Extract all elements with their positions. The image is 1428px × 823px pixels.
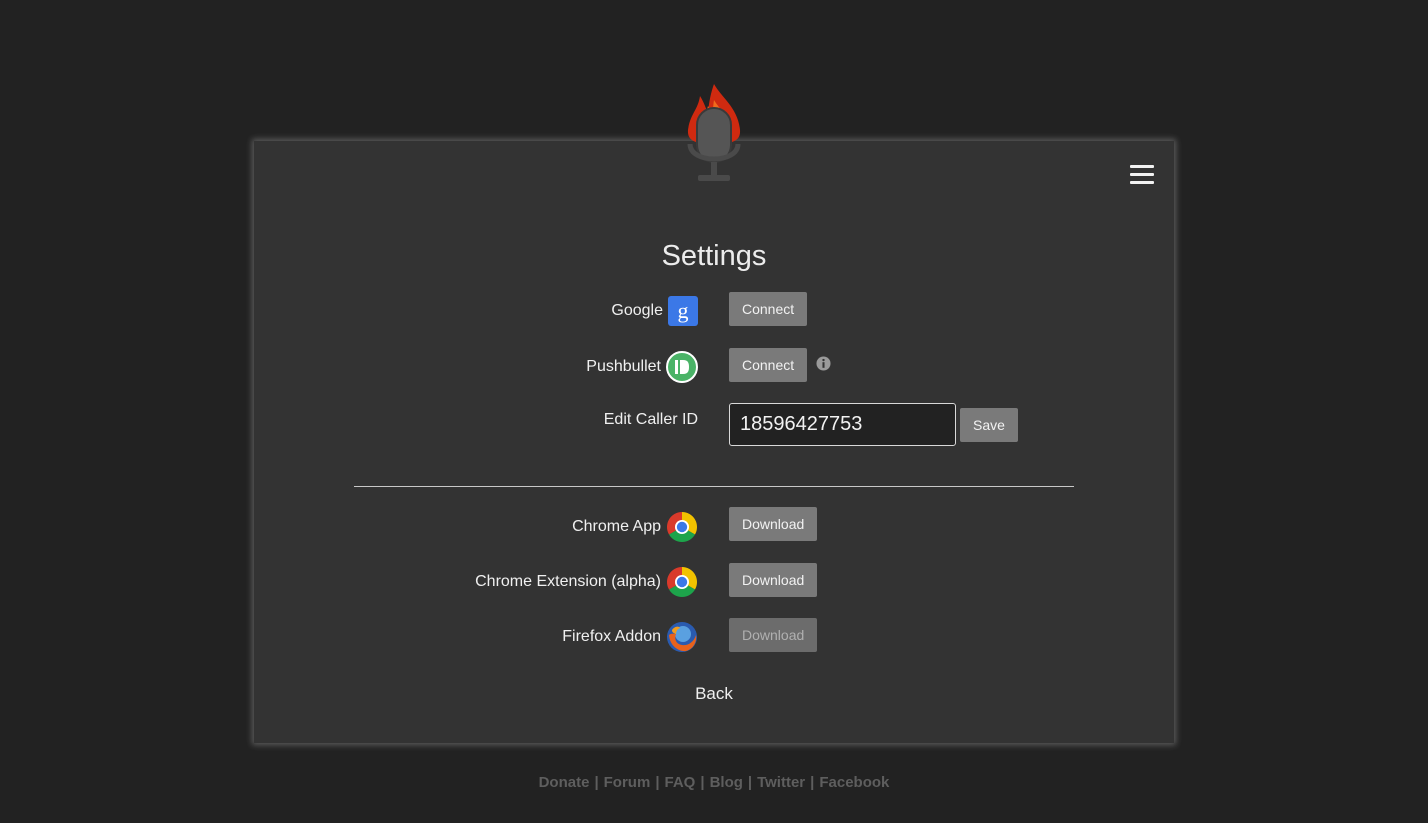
footer-separator: | [594, 774, 599, 791]
back-link[interactable]: Back [254, 684, 1174, 704]
settings-panel: Settings Google g Connect Pushbullet Con… [254, 141, 1174, 743]
footer-link-donate[interactable]: Donate [539, 774, 590, 791]
google-row-label: Google g [611, 296, 698, 326]
chrome-ext-download-button[interactable]: Download [729, 563, 818, 597]
footer-links: Donate | Forum | FAQ | Blog | Twitter | Facebook [0, 774, 1428, 791]
hamburger-menu-icon[interactable] [1130, 165, 1154, 185]
footer-separator: | [810, 774, 815, 791]
firefox-download-button[interactable]: Download [729, 618, 818, 652]
footer-separator: | [655, 774, 660, 791]
pushbullet-label: Pushbullet [586, 358, 661, 375]
chrome-app-label: Chrome App [572, 518, 661, 535]
flaming-microphone-icon [684, 82, 744, 186]
footer-link-faq[interactable]: FAQ [665, 774, 696, 791]
firefox-icon [666, 621, 698, 653]
chrome-icon [666, 511, 698, 543]
section-divider [354, 486, 1074, 487]
pushbullet-row-label: Pushbullet [586, 351, 698, 383]
google-connect-button[interactable]: Connect [729, 292, 808, 326]
save-button[interactable]: Save [960, 408, 1018, 442]
svg-text:g: g [678, 298, 689, 323]
chrome-app-row-label: Chrome App [572, 511, 698, 543]
google-g-icon: g [668, 296, 698, 326]
footer-link-twitter[interactable]: Twitter [757, 774, 805, 791]
pushbullet-icon [666, 351, 698, 383]
chrome-ext-row-label: Chrome Extension (alpha) [475, 566, 698, 598]
caller-id-label: Edit Caller ID [603, 411, 698, 428]
page-title: Settings [661, 240, 767, 272]
caller-id-input[interactable] [729, 403, 956, 446]
footer-separator: | [700, 774, 705, 791]
footer-link-blog[interactable]: Blog [710, 774, 743, 791]
pushbullet-connect-button[interactable]: Connect [729, 348, 808, 382]
chrome-app-download-button[interactable]: Download [729, 507, 818, 541]
firefox-row-label: Firefox Addon [562, 621, 698, 653]
firefox-label: Firefox Addon [562, 628, 661, 645]
info-icon[interactable] [816, 356, 831, 376]
google-label: Google [611, 302, 663, 319]
footer-link-facebook[interactable]: Facebook [819, 774, 889, 791]
chrome-icon [666, 566, 698, 598]
footer-separator: | [747, 774, 753, 791]
chrome-ext-label: Chrome Extension (alpha) [475, 573, 661, 590]
footer-link-forum[interactable]: Forum [604, 774, 651, 791]
